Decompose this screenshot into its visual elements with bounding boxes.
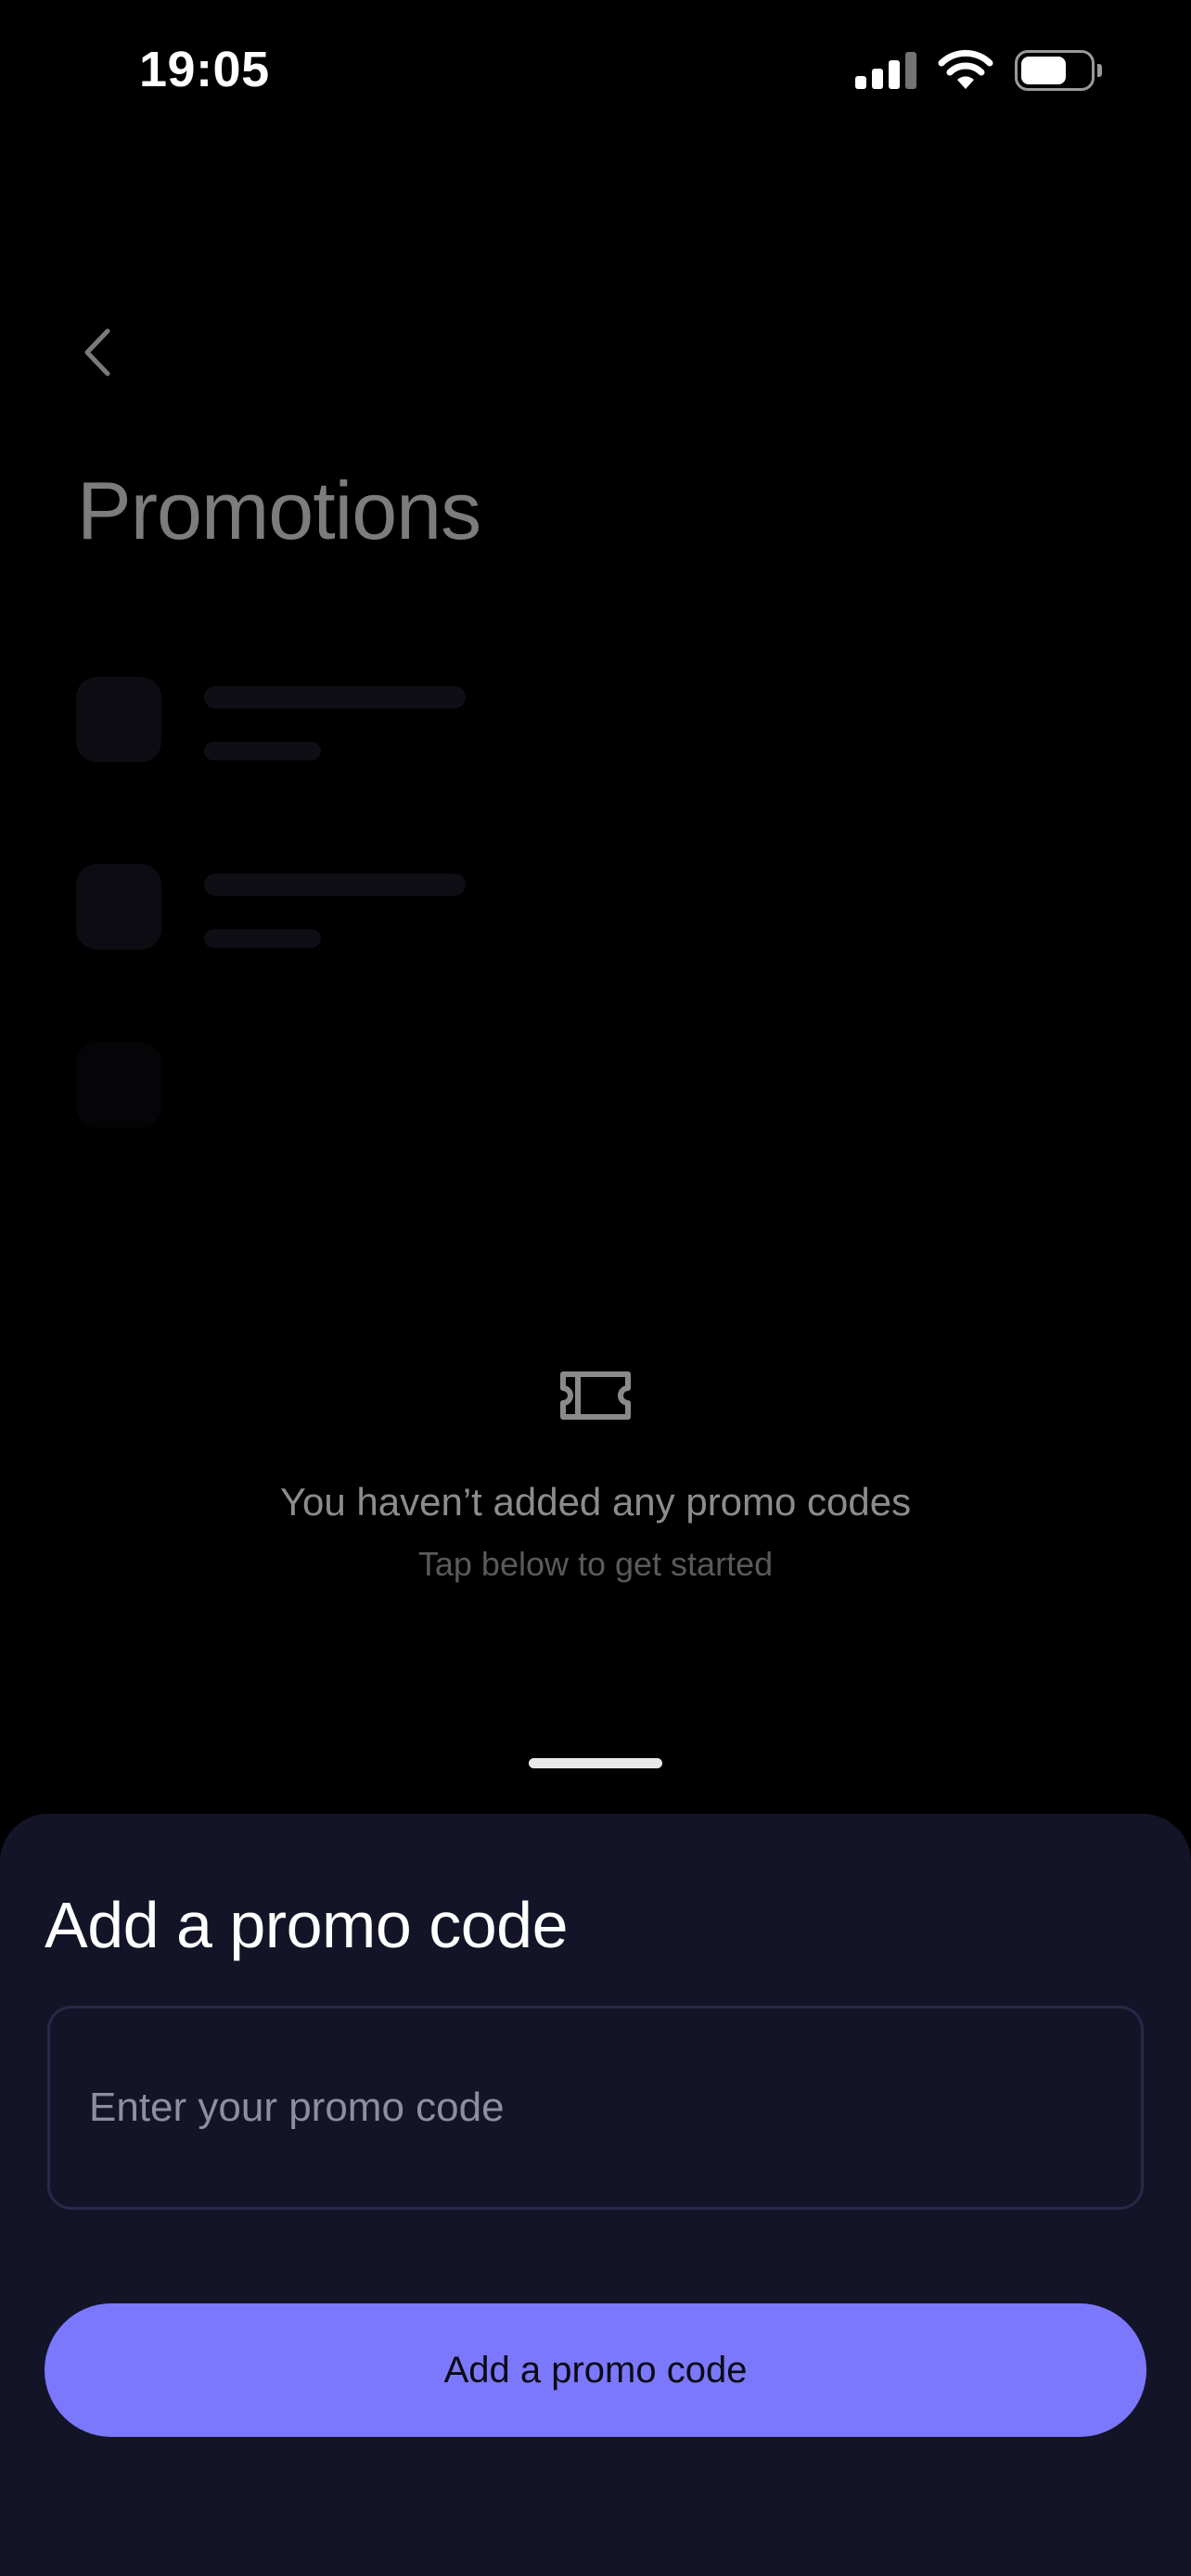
battery-icon bbox=[1015, 50, 1102, 91]
cellular-signal-icon bbox=[855, 52, 916, 89]
status-time: 19:05 bbox=[139, 42, 270, 97]
sheet-drag-handle[interactable] bbox=[529, 1758, 662, 1768]
promo-code-input[interactable] bbox=[47, 2006, 1144, 2210]
add-promo-sheet: Add a promo code Add a promo code bbox=[0, 1814, 1191, 2576]
skeleton-list-item bbox=[76, 1042, 540, 1135]
page-title: Promotions bbox=[77, 465, 481, 556]
sheet-title: Add a promo code bbox=[45, 1889, 569, 1961]
add-promo-code-button[interactable]: Add a promo code bbox=[45, 2303, 1146, 2437]
empty-state-title: You haven’t added any promo codes bbox=[279, 1480, 912, 1524]
chevron-left-icon[interactable] bbox=[74, 320, 121, 385]
ticket-icon bbox=[560, 1371, 631, 1420]
wifi-icon bbox=[938, 49, 993, 89]
empty-state: You haven’t added any promo codes Tap be… bbox=[0, 1363, 1191, 1584]
status-bar: 19:05 bbox=[0, 0, 1191, 139]
skeleton-list-item bbox=[76, 677, 540, 770]
empty-state-subtitle: Tap below to get started bbox=[417, 1545, 774, 1583]
skeleton-list-item bbox=[76, 864, 540, 957]
promotions-screen: 19:05 Promotions You haven’t added any p… bbox=[0, 0, 1191, 2576]
